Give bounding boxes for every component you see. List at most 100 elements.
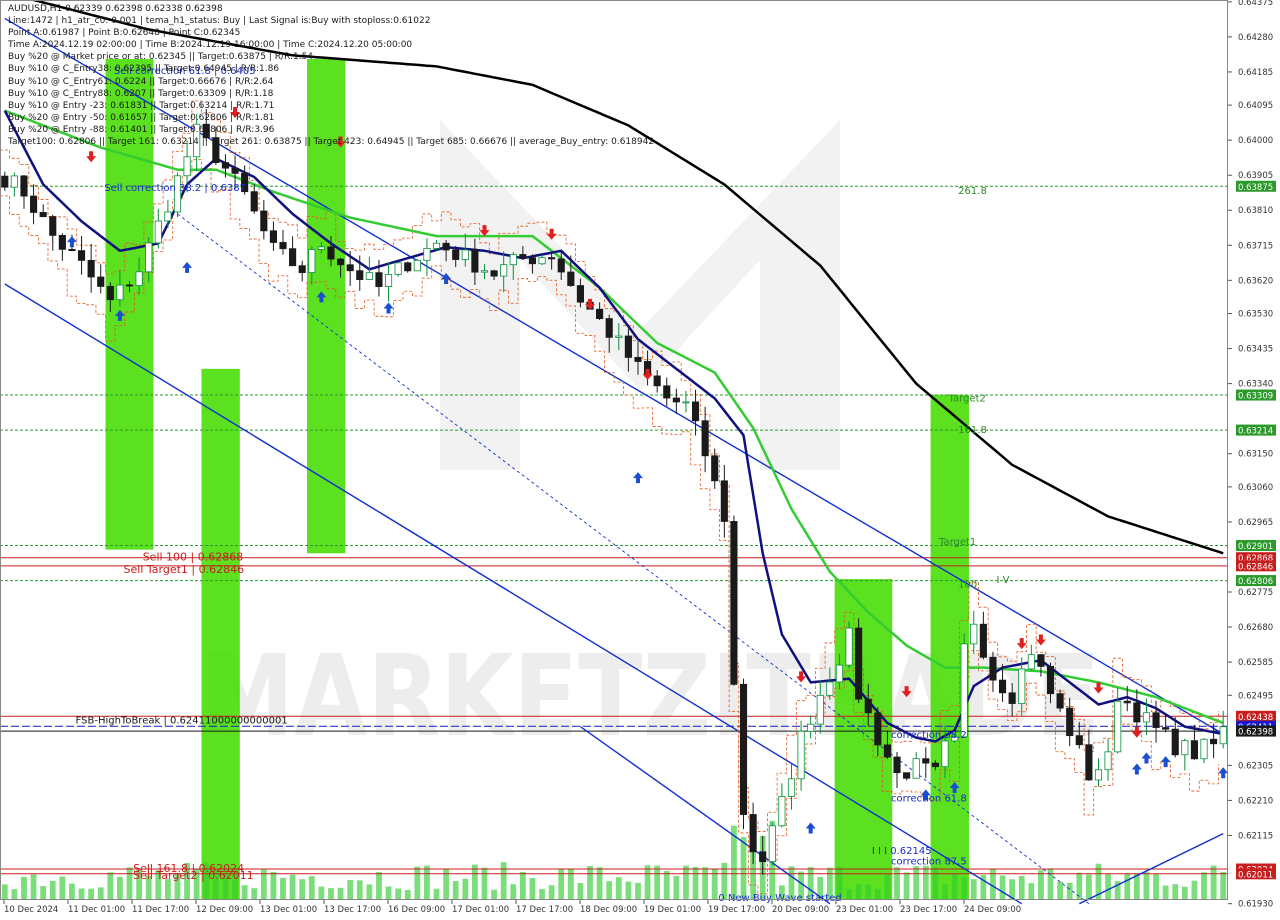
volume-bar — [97, 887, 104, 900]
candle-body — [1162, 727, 1170, 730]
price-tick-label: 0.62680 — [1238, 623, 1273, 633]
volume-bar — [577, 883, 584, 900]
candle-body — [432, 242, 441, 249]
candle-body — [528, 257, 537, 265]
candle-body — [912, 758, 920, 779]
chart-annotation: Sell 100 | 0.62868 — [143, 551, 244, 564]
volume-bar — [1038, 870, 1044, 900]
volume-bar — [635, 882, 641, 900]
volume-bar — [865, 884, 872, 900]
volume-bar — [740, 837, 747, 900]
candle-body — [413, 259, 421, 272]
price-tick-label: 0.64000 — [1238, 136, 1273, 146]
level-price-label: 0.63309 — [1238, 392, 1273, 402]
candle-body — [807, 723, 815, 732]
candle-body — [1219, 726, 1227, 745]
volume-bar — [874, 889, 881, 900]
candle-body — [1190, 740, 1198, 760]
candle-body — [1008, 692, 1016, 704]
info-line-buy-entry88: Buy %10 @ C_Entry88: 0.6207 || Target:0.… — [8, 88, 274, 99]
chart-annotation: 0 New Buy Wave started — [718, 893, 841, 904]
chart-annotation: Sell Target1 | 0.62846 — [124, 563, 245, 576]
time-axis: 10 Dec 2024 11 Dec 01:00 11 Dec 17:00 12 De… — [3, 900, 1021, 915]
price-tick-label: 0.62210 — [1238, 796, 1273, 806]
info-line-buy-entry61: Buy %10 @ C_Entry61: 0.6224 || Target:0.… — [8, 76, 274, 87]
chart-annotation: Target1 — [938, 537, 976, 548]
volume-bar — [318, 886, 325, 900]
volume-bar — [951, 874, 958, 900]
volume-bar — [625, 881, 632, 900]
volume-bar — [683, 865, 689, 900]
volume-bar — [1181, 886, 1188, 900]
candle-body — [1066, 707, 1074, 737]
chart-annotation: correction 38.2 — [891, 730, 967, 741]
candle-body — [250, 191, 258, 212]
volume-bar — [587, 865, 593, 900]
candle-body — [548, 257, 556, 260]
candle-body — [720, 480, 728, 522]
info-line-targets: Target100: 0.62806 || Target 161: 0.6321… — [8, 137, 655, 148]
price-tick-label: 0.62305 — [1238, 761, 1273, 771]
price-tick-label: 0.63340 — [1238, 380, 1273, 390]
level-price-label: 0.62011 — [1238, 870, 1273, 880]
volume-bar — [913, 866, 920, 900]
volume-bar — [1066, 882, 1073, 900]
volume-bar — [11, 889, 18, 900]
chart-annotation: Sell Target2 | 0.62011 — [133, 869, 254, 882]
volume-bar — [30, 874, 37, 900]
candle-body — [634, 357, 642, 362]
candle-body — [893, 756, 901, 774]
green-zone-bar — [201, 368, 240, 901]
time-tick-label: 19 Dec 17:00 — [708, 905, 765, 915]
volume-bar — [1133, 873, 1140, 900]
info-line-buy-entry38: Buy %10 @ C_Entry38: 0.62395 || Target:0… — [8, 64, 280, 75]
time-tick-label: 16 Dec 09:00 — [388, 905, 445, 915]
candle-body — [787, 778, 796, 797]
candle-body — [922, 758, 930, 764]
volume-bar — [270, 871, 277, 900]
time-tick-label: 19 Dec 01:00 — [644, 905, 701, 915]
candle-body — [711, 455, 719, 482]
candle-body — [903, 772, 911, 779]
candle-body — [1210, 738, 1218, 745]
candle-body — [979, 623, 987, 658]
chart-annotation: Target2 — [948, 393, 986, 404]
candle-body — [49, 216, 57, 236]
candle-body — [970, 623, 978, 645]
volume-bar — [846, 888, 852, 900]
volume-bar — [385, 886, 392, 900]
candle-body — [1075, 735, 1083, 746]
candle-body — [797, 730, 805, 780]
info-line-buy-entry-88: Buy %20 @ Entry -88: 0.61401 || Target:0… — [8, 124, 275, 135]
volume-bar — [481, 867, 488, 900]
volume-bar — [692, 867, 699, 900]
candle-body — [759, 851, 767, 863]
volume-bar — [961, 877, 968, 900]
price-tick-label: 0.63905 — [1238, 171, 1273, 181]
price-tick-label: 0.63060 — [1238, 483, 1273, 493]
candle-body — [682, 401, 690, 404]
info-line-buy-entry-50: Buy %20 @ Entry -50: 0.61657 || Target:0… — [8, 112, 275, 123]
time-tick-label: 13 Dec 01:00 — [260, 905, 317, 915]
volume-bar — [414, 866, 421, 900]
candle-body — [1056, 693, 1064, 709]
volume-bar — [1086, 874, 1092, 900]
volume-bar — [1201, 872, 1207, 900]
candle-body — [874, 712, 882, 746]
volume-bar — [1172, 884, 1179, 900]
candle-body — [1152, 712, 1160, 728]
candle-body — [730, 521, 738, 685]
candle-body — [221, 162, 230, 169]
level-price-label: 0.63875 — [1238, 183, 1273, 193]
volume-bar — [1124, 873, 1131, 900]
candle-body — [1123, 700, 1131, 704]
volume-bar — [241, 885, 248, 900]
candle-body — [404, 262, 412, 272]
time-tick-label: 11 Dec 17:00 — [132, 905, 189, 915]
level-price-label: 0.62901 — [1238, 542, 1273, 552]
volume-bar — [328, 888, 334, 900]
volume-bar — [654, 865, 661, 900]
volume-bar — [644, 865, 651, 900]
price-tick-label: 0.64185 — [1238, 68, 1273, 78]
candle-body — [1104, 751, 1112, 771]
